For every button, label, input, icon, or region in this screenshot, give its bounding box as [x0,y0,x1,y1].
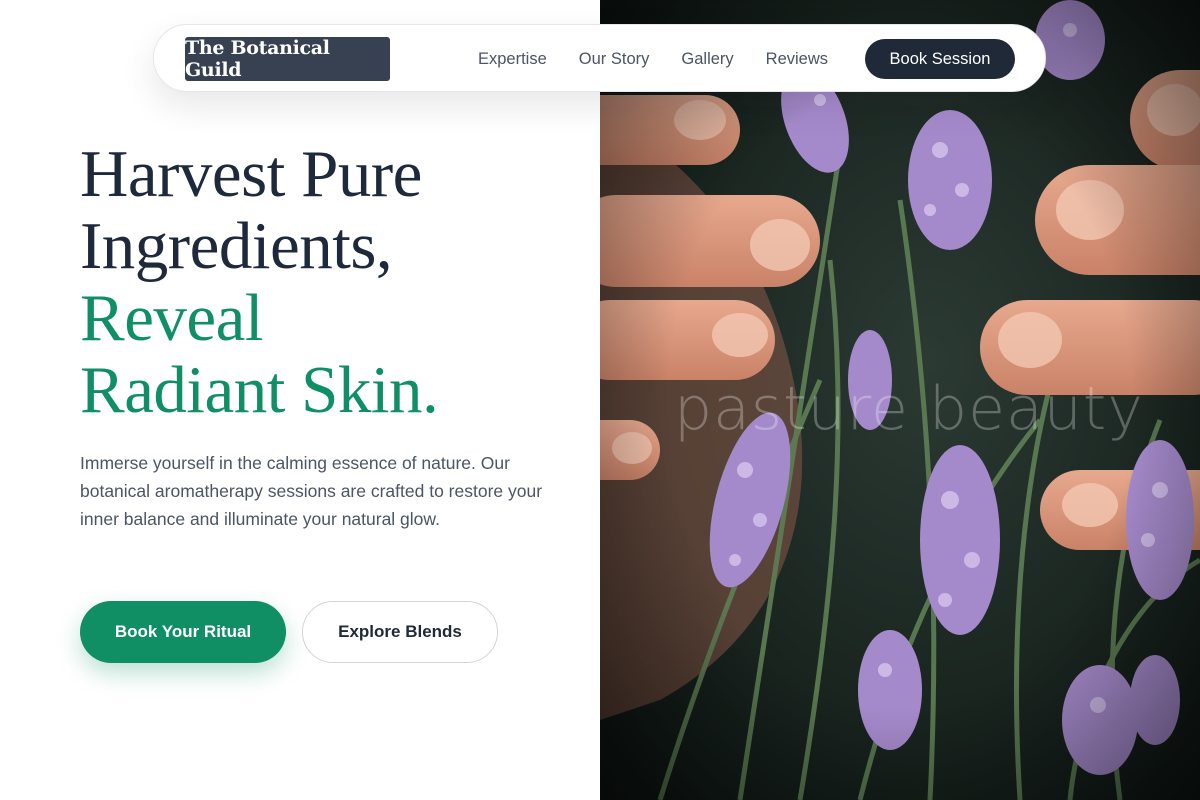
explore-blends-button[interactable]: Explore Blends [302,601,498,663]
nav-links: Expertise Our Story Gallery Reviews [478,25,828,93]
nav-link-our-story[interactable]: Our Story [579,50,650,69]
headline-line-2: Ingredients, [80,209,393,283]
book-session-button[interactable]: Book Session [865,39,1015,79]
nav-link-reviews[interactable]: Reviews [766,50,828,69]
hero-headline: Harvest Pure Ingredients, Reveal Radiant… [80,137,439,427]
top-navbar: The Botanical Guild Expertise Our Story … [153,24,1046,92]
hero-description: Immerse yourself in the calming essence … [80,453,543,529]
book-your-ritual-button[interactable]: Book Your Ritual [80,601,286,663]
nav-link-gallery[interactable]: Gallery [681,50,733,69]
brand-logo[interactable]: The Botanical Guild [185,37,390,81]
headline-line-1: Harvest Pure [80,137,422,211]
nav-link-expertise[interactable]: Expertise [478,50,547,69]
headline-line-3: Reveal [80,281,264,355]
watermark-text: pasture beauty [674,374,1144,444]
hero-photo: pasture beauty [600,0,1200,800]
headline-line-4: Radiant Skin. [80,353,439,427]
